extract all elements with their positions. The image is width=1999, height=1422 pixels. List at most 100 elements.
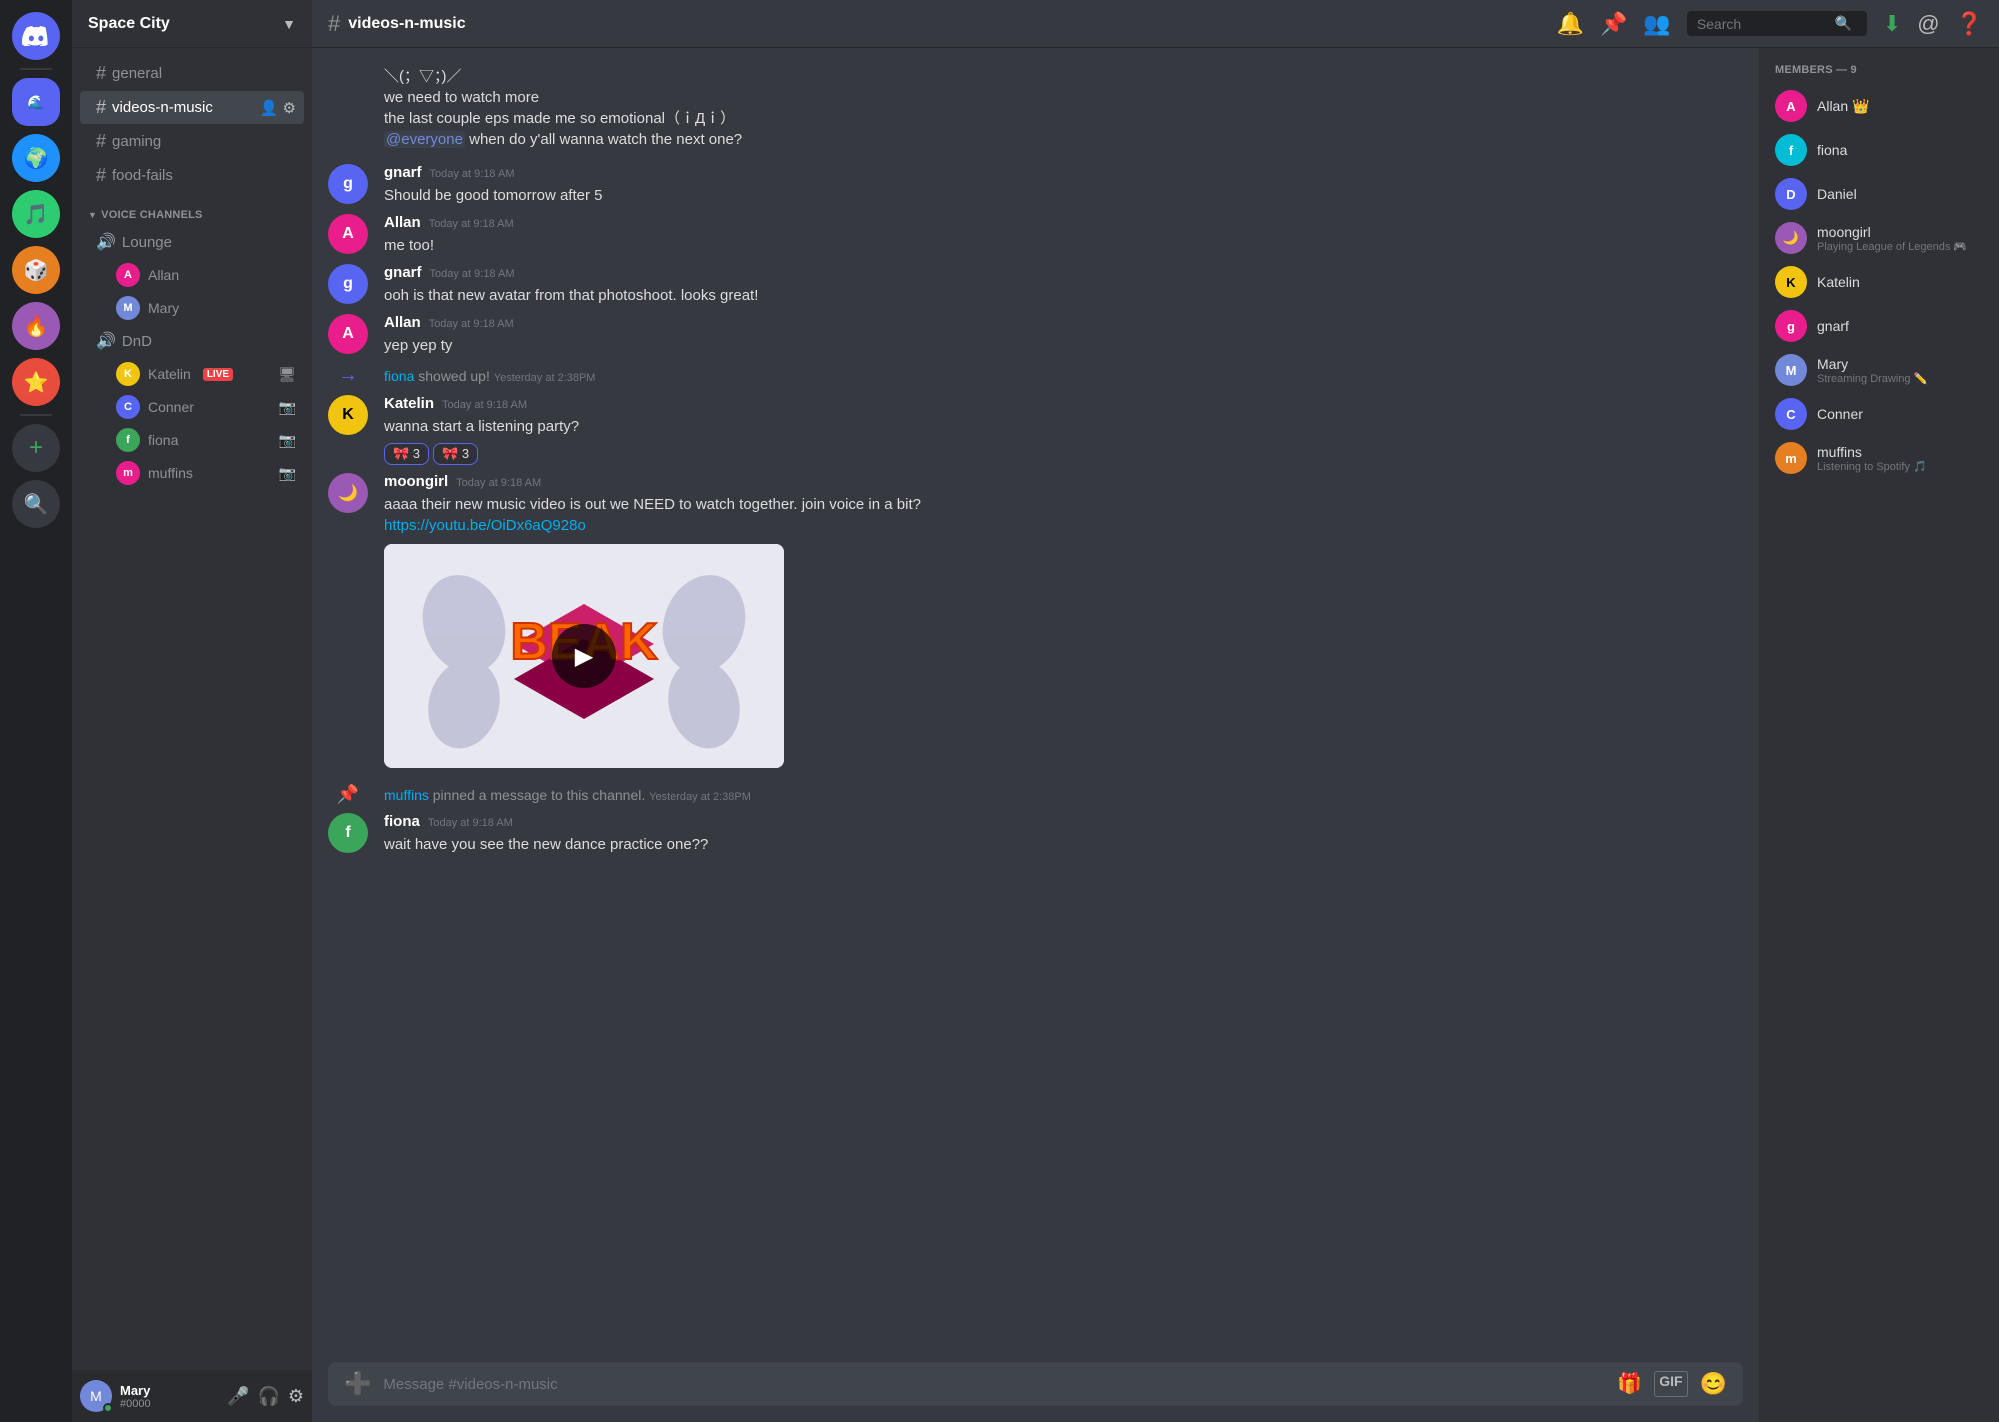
voice-user-katelin[interactable]: K Katelin LIVE 🖥 [80, 358, 304, 390]
member-name-gnarf: gnarf [1817, 318, 1983, 334]
mic-icon[interactable]: 🎤 [227, 1386, 249, 1407]
explore-icon[interactable]: 🔍 [12, 480, 60, 528]
video-thumbnail[interactable]: BEAK ▶ [384, 544, 784, 768]
avatar-member-katelin: K [1775, 266, 1807, 298]
msg-content-katelin: Katelin Today at 9:18 AM wanna start a l… [384, 395, 1743, 465]
member-item-katelin[interactable]: K Katelin [1767, 260, 1991, 304]
server-icon-4[interactable]: 🎲 [12, 246, 60, 294]
reaction-2[interactable]: 🎀 3 [433, 443, 478, 465]
sidebar-item-general[interactable]: # general [80, 57, 304, 90]
sidebar-item-gaming[interactable]: # gaming [80, 125, 304, 158]
member-name-katelin: Katelin [1817, 274, 1983, 290]
main-content: # videos-n-music 🔔 📌 👥 🔍 ⬇ @ ❓ [312, 0, 1999, 1422]
voice-user-muffins[interactable]: m muffins 📷 [80, 457, 304, 489]
server-icon-3[interactable]: 🎵 [12, 190, 60, 238]
member-info-conner: Conner [1817, 406, 1983, 422]
emoji-icon[interactable]: 😊 [1700, 1371, 1727, 1397]
member-info-allan: Allan 👑 [1817, 98, 1983, 115]
bell-icon[interactable]: 🔔 [1557, 11, 1584, 37]
settings-icon[interactable]: ⚙ [283, 99, 296, 117]
message-group-gnarf-2: g gnarf Today at 9:18 AM ooh is that new… [312, 260, 1759, 310]
msg-author-gnarf-2: gnarf [384, 264, 422, 281]
sidebar-item-videos-n-music[interactable]: # videos-n-music 👤 ⚙ [80, 91, 304, 124]
add-member-icon[interactable]: 👤 [260, 99, 279, 117]
avatar-member-mary: M [1775, 354, 1807, 386]
system-msg-user-fiona[interactable]: fiona [384, 368, 414, 384]
msg-content-allan-2: Allan Today at 9:18 AM yep yep ty [384, 314, 1743, 356]
channel-list: # general # videos-n-music 👤 ⚙ # gaming … [72, 48, 312, 1370]
discord-home-icon[interactable] [12, 12, 60, 60]
server-list: 🌊 🌍 🎵 🎲 🔥 ⭐ + 🔍 [0, 0, 72, 1422]
crown-icon-allan: 👑 [1852, 98, 1869, 114]
member-item-conner[interactable]: C Conner [1767, 392, 1991, 436]
camera-icon-fiona: 📷 [279, 432, 296, 449]
voice-user-conner[interactable]: C Conner 📷 [80, 391, 304, 423]
search-input[interactable] [1697, 16, 1827, 32]
voice-category-header[interactable]: ▼ VOICE CHANNELS [72, 193, 312, 225]
voice-channel-lounge[interactable]: 🔊 Lounge [80, 226, 304, 258]
message-input[interactable] [383, 1365, 1605, 1404]
download-icon[interactable]: ⬇ [1883, 11, 1901, 37]
messages-area: ＼(；▽；)／ we need to watch more the last c… [312, 48, 1759, 1362]
msg-timestamp-fiona: Today at 9:18 AM [428, 817, 513, 829]
attach-button[interactable]: ➕ [344, 1371, 371, 1397]
video-embed[interactable]: BEAK ▶ [384, 544, 784, 768]
system-msg-pin-timestamp: Yesterday at 2:38PM [649, 791, 751, 803]
avatar-member-fiona: f [1775, 134, 1807, 166]
member-item-fiona[interactable]: f fiona [1767, 128, 1991, 172]
reaction-1[interactable]: 🎀 3 [384, 443, 429, 465]
gift-icon[interactable]: 🎁 [1617, 1371, 1642, 1397]
server-icon-space-city[interactable]: 🌊 [12, 78, 60, 126]
member-info-moongirl: moongirl Playing League of Legends 🎮 [1817, 224, 1983, 253]
member-name-conner: Conner [1817, 406, 1983, 422]
member-name-fiona: fiona [1817, 142, 1983, 158]
message-group-katelin: K Katelin Today at 9:18 AM wanna start a… [312, 391, 1759, 469]
play-button[interactable]: ▶ [552, 624, 616, 688]
sidebar-item-food-fails[interactable]: # food-fails [80, 159, 304, 192]
member-item-mary[interactable]: M Mary Streaming Drawing ✏️ [1767, 348, 1991, 392]
member-item-gnarf[interactable]: g gnarf [1767, 304, 1991, 348]
gif-button[interactable]: GIF [1654, 1371, 1687, 1397]
at-icon[interactable]: @ [1917, 11, 1939, 37]
voice-channel-name-lounge: Lounge [122, 234, 172, 251]
message-input-area: ➕ 🎁 GIF 😊 [312, 1362, 1759, 1422]
server-icon-2[interactable]: 🌍 [12, 134, 60, 182]
member-item-allan[interactable]: A Allan 👑 [1767, 84, 1991, 128]
system-msg-pinned-text: muffins pinned a message to this channel… [384, 787, 751, 803]
voice-user-fiona[interactable]: f fiona 📷 [80, 424, 304, 456]
voice-channel-dnd[interactable]: 🔊 DnD [80, 325, 304, 357]
avatar-member-allan: A [1775, 90, 1807, 122]
add-server-button[interactable]: + [12, 424, 60, 472]
channel-name-gaming: gaming [112, 133, 161, 150]
server-header[interactable]: Space City ▼ [72, 0, 312, 48]
channel-header-name: # videos-n-music [328, 11, 466, 37]
voice-user-mary[interactable]: M Mary [80, 292, 304, 324]
system-msg-user-muffins[interactable]: muffins [384, 787, 429, 803]
voice-user-name-allan: Allan [148, 267, 179, 283]
voice-user-name-muffins: muffins [148, 465, 193, 481]
member-item-muffins[interactable]: m muffins Listening to Spotify 🎵 [1767, 436, 1991, 480]
members-icon[interactable]: 👥 [1643, 11, 1670, 37]
system-msg-action: showed up! [418, 368, 494, 384]
voice-user-allan[interactable]: A Allan [80, 259, 304, 291]
header-actions: 🔔 📌 👥 🔍 ⬇ @ ❓ [1557, 11, 1983, 37]
video-link[interactable]: https://youtu.be/OiDx6aQ928o [384, 517, 586, 534]
search-bar[interactable]: 🔍 [1687, 11, 1867, 36]
message-continued-top: ＼(；▽；)／ we need to watch more the last c… [312, 64, 1759, 152]
headset-icon[interactable]: 🎧 [257, 1386, 279, 1407]
chevron-down-icon: ▼ [282, 16, 296, 32]
avatar-katelin: K [328, 395, 368, 435]
pin-icon[interactable]: 📌 [1600, 11, 1627, 37]
server-icon-6[interactable]: ⭐ [12, 358, 60, 406]
message-group-gnarf-1: g gnarf Today at 9:18 AM Should be good … [312, 160, 1759, 210]
msg-header-allan-1: Allan Today at 9:18 AM [384, 214, 1743, 231]
member-item-daniel[interactable]: D Daniel [1767, 172, 1991, 216]
msg-text-moongirl: aaaa their new music video is out we NEE… [384, 494, 1743, 536]
avatar-member-daniel: D [1775, 178, 1807, 210]
help-icon[interactable]: ❓ [1956, 11, 1983, 37]
member-item-moongirl[interactable]: 🌙 moongirl Playing League of Legends 🎮 [1767, 216, 1991, 260]
server-icon-5[interactable]: 🔥 [12, 302, 60, 350]
msg-content-allan-1: Allan Today at 9:18 AM me too! [384, 214, 1743, 256]
avatar-fiona: f [328, 813, 368, 853]
user-settings-icon[interactable]: ⚙ [288, 1386, 304, 1407]
